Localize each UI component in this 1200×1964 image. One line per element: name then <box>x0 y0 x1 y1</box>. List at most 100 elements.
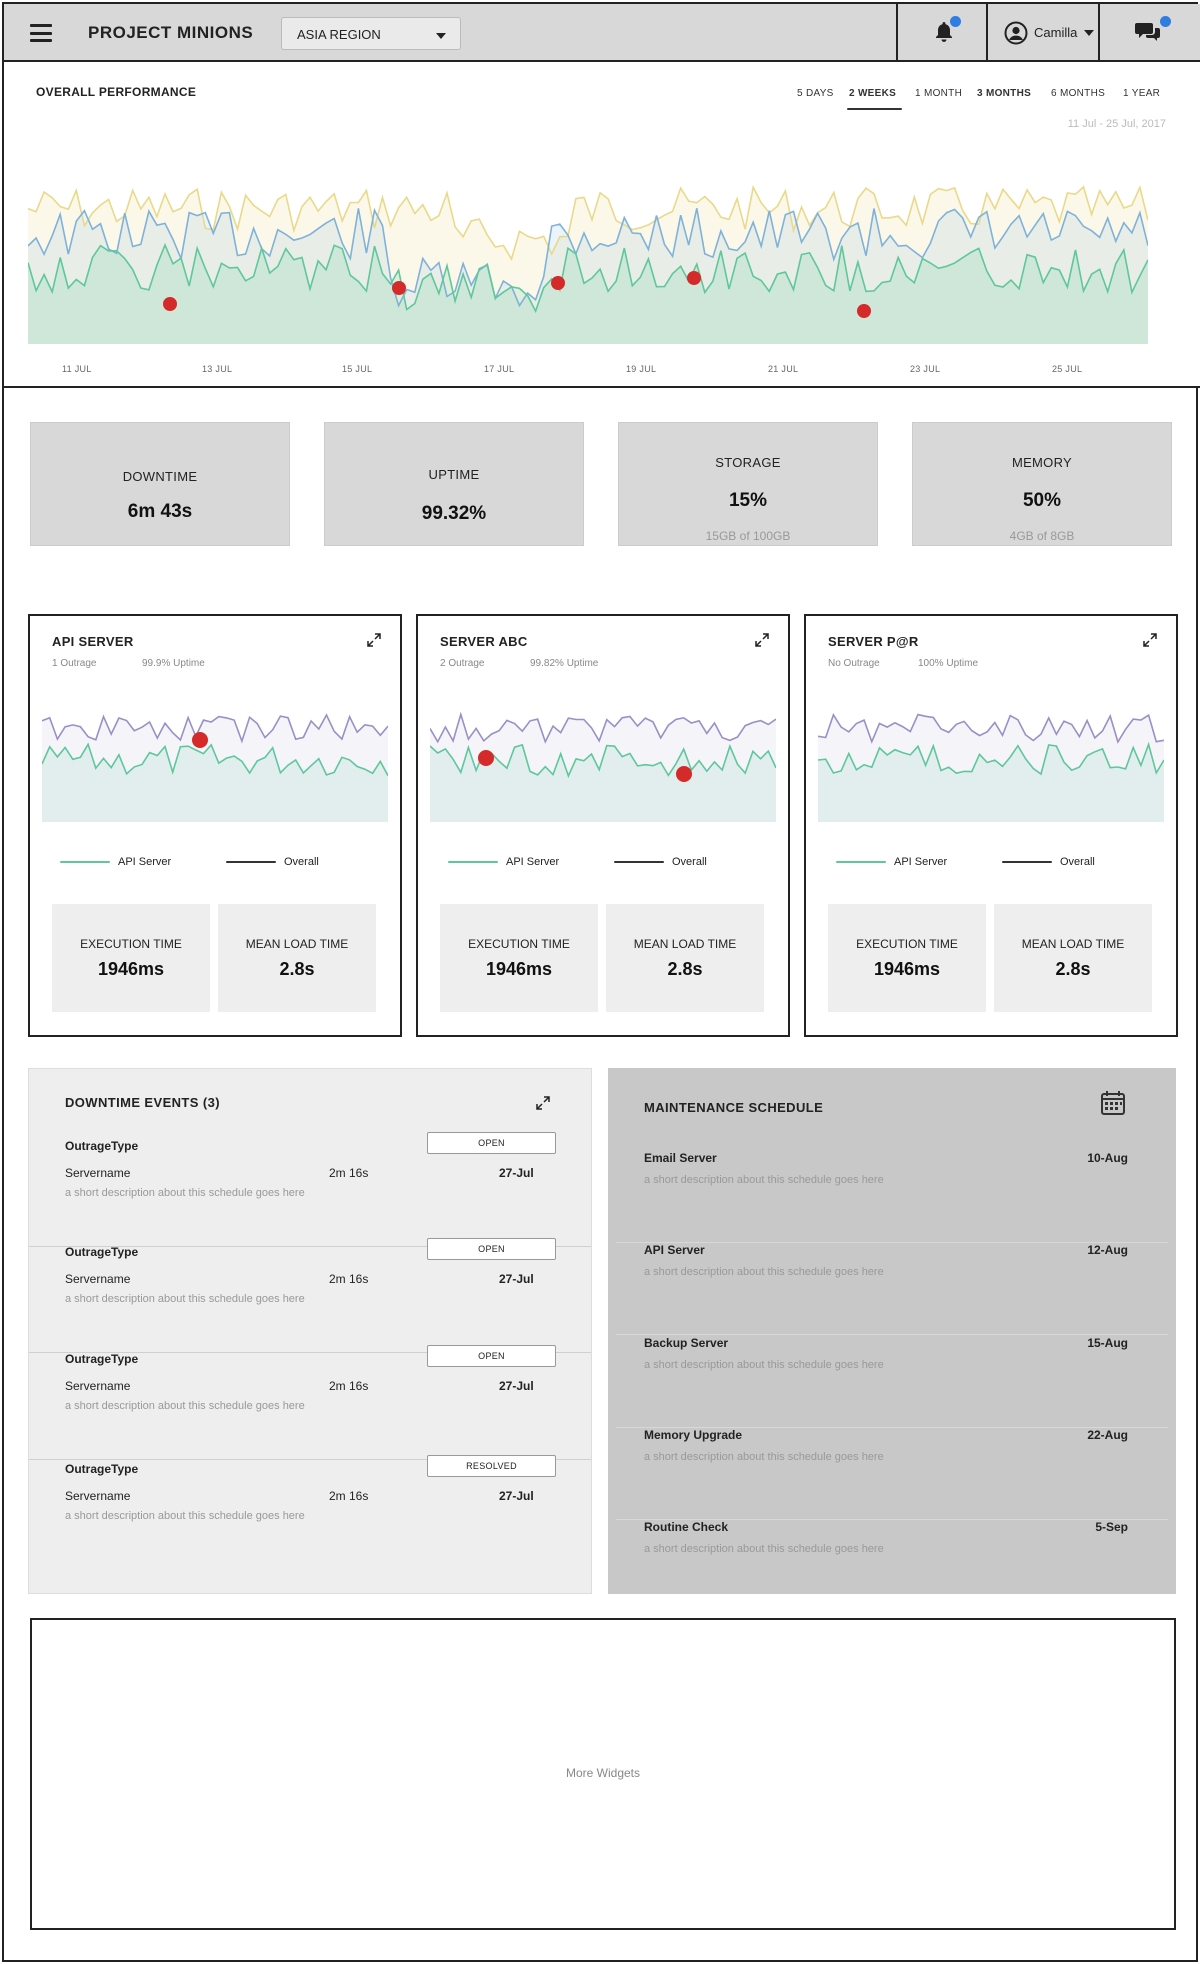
active-range-indicator <box>847 108 902 110</box>
expand-icon[interactable] <box>1142 632 1158 648</box>
expand-icon[interactable] <box>366 632 382 648</box>
region-select-value: ASIA REGION <box>297 27 381 42</box>
legend-series: API Server <box>836 856 947 868</box>
legend-swatch <box>836 861 886 864</box>
kpi-memory: MEMORY 50% 4GB of 8GB <box>912 422 1172 546</box>
legend-label: Overall <box>1060 856 1095 868</box>
range-2-weeks[interactable]: 2 WEEKS <box>849 88 896 99</box>
user-avatar-icon[interactable] <box>1004 21 1028 45</box>
legend-label: API Server <box>894 856 948 868</box>
downtime-event[interactable]: OutrageType OPEN Servername 2m 16s 27-Ju… <box>29 1345 591 1460</box>
panel-title: MAINTENANCE SCHEDULE <box>644 1100 824 1115</box>
user-name[interactable]: Camilla <box>1034 25 1077 40</box>
event-date: 27-Jul <box>499 1166 534 1180</box>
legend-series: API Server <box>448 856 559 868</box>
event-server: Servername <box>65 1379 131 1393</box>
outage-marker <box>192 732 208 748</box>
performance-chart <box>28 184 1148 344</box>
outage-marker <box>687 271 701 285</box>
server-title: SERVER P@R <box>828 634 919 649</box>
metric-label: EXECUTION TIME <box>468 937 570 951</box>
event-duration: 2m 16s <box>329 1166 369 1180</box>
server-chart <box>818 713 1164 822</box>
range-3-months[interactable]: 3 MONTHS <box>977 88 1031 99</box>
maintenance-description: a short description about this schedule … <box>644 1451 884 1463</box>
event-type: OutrageType <box>65 1352 139 1366</box>
server-uptime: 99.82% Uptime <box>530 658 599 669</box>
event-duration: 2m 16s <box>329 1379 369 1393</box>
maintenance-date: 15-Aug <box>1087 1336 1128 1350</box>
legend-series: API Server <box>60 856 171 868</box>
range-5-days[interactable]: 5 DAYS <box>797 88 834 99</box>
range-selector: 5 DAYS 2 WEEKS 1 MONTH 3 MONTHS 6 MONTHS… <box>4 88 1200 108</box>
kpi-label: DOWNTIME <box>122 469 198 484</box>
maintenance-date: 22-Aug <box>1087 1428 1128 1442</box>
event-description: a short description about this schedule … <box>65 1187 305 1199</box>
maintenance-name: Backup Server <box>644 1336 729 1350</box>
legend-swatch <box>1002 861 1052 864</box>
range-6-months[interactable]: 6 MONTHS <box>1051 88 1105 99</box>
overall-performance-panel: OVERALL PERFORMANCE 5 DAYS 2 WEEKS 1 MON… <box>4 62 1200 388</box>
event-description: a short description about this schedule … <box>65 1293 305 1305</box>
maintenance-schedule-panel: MAINTENANCE SCHEDULE Email Server 10-Aug… <box>608 1068 1176 1594</box>
kpi-value: 99.32% <box>421 503 487 524</box>
legend-overall: Overall <box>1002 856 1095 868</box>
event-type: OutrageType <box>65 1139 139 1153</box>
notification-badge <box>950 16 961 27</box>
messages-cell[interactable] <box>1098 4 1200 60</box>
maintenance-item[interactable]: API Server 12-Aug a short description ab… <box>616 1243 1168 1335</box>
execution-time-metric: EXECUTION TIME 1946ms <box>440 904 598 1012</box>
range-1-month[interactable]: 1 MONTH <box>915 88 962 99</box>
chat-bubbles-icon[interactable] <box>1134 20 1162 44</box>
kpi-value: 6m 43s <box>127 501 193 522</box>
downtime-event[interactable]: OutrageType OPEN Servername 2m 16s 27-Ju… <box>29 1132 591 1247</box>
metric-label: EXECUTION TIME <box>856 937 958 951</box>
metric-value: 1946ms <box>873 959 941 979</box>
maintenance-description: a short description about this schedule … <box>644 1359 884 1371</box>
maintenance-description: a short description about this schedule … <box>644 1543 884 1555</box>
maintenance-item[interactable]: Backup Server 15-Aug a short description… <box>616 1336 1168 1428</box>
expand-icon[interactable] <box>535 1095 551 1111</box>
calendar-icon[interactable] <box>1100 1090 1126 1116</box>
maintenance-description: a short description about this schedule … <box>644 1174 884 1186</box>
chevron-down-icon[interactable] <box>1084 30 1094 36</box>
downtime-event[interactable]: OutrageType OPEN Servername 2m 16s 27-Ju… <box>29 1238 591 1353</box>
maintenance-item[interactable]: Email Server 10-Aug a short description … <box>616 1151 1168 1243</box>
execution-time-metric: EXECUTION TIME 1946ms <box>828 904 986 1012</box>
app-title: PROJECT MINIONS <box>88 23 254 42</box>
server-outrage: 2 Outrage <box>440 658 485 669</box>
metric-label: EXECUTION TIME <box>80 937 182 951</box>
server-outrage: No Outrage <box>828 658 880 669</box>
maintenance-item[interactable]: Routine Check 5-Sep a short description … <box>616 1520 1168 1612</box>
metric-value: 2.8s <box>667 959 703 979</box>
chevron-down-icon <box>436 33 446 39</box>
event-description: a short description about this schedule … <box>65 1510 305 1522</box>
x-tick: 15 JUL <box>342 364 373 374</box>
maintenance-description: a short description about this schedule … <box>644 1266 884 1278</box>
downtime-event[interactable]: OutrageType RESOLVED Servername 2m 16s 2… <box>29 1455 591 1570</box>
x-tick: 25 JUL <box>1052 364 1083 374</box>
event-description: a short description about this schedule … <box>65 1400 305 1412</box>
maintenance-name: Email Server <box>644 1151 717 1165</box>
user-menu[interactable]: Camilla <box>986 4 1098 60</box>
top-header: PROJECT MINIONS ASIA REGION Camilla <box>4 4 1200 62</box>
legend-label: API Server <box>506 856 560 868</box>
range-1-year[interactable]: 1 YEAR <box>1123 88 1160 99</box>
maintenance-item[interactable]: Memory Upgrade 22-Aug a short descriptio… <box>616 1428 1168 1520</box>
hamburger-icon[interactable] <box>30 24 52 42</box>
server-card-abc: SERVER ABC 2 Outrage 99.82% Uptime API S… <box>416 614 790 1037</box>
x-tick: 13 JUL <box>202 364 233 374</box>
outage-marker <box>392 281 406 295</box>
maintenance-date: 5-Sep <box>1095 1520 1128 1534</box>
x-tick: 21 JUL <box>768 364 799 374</box>
server-card-api: API SERVER 1 Outrage 99.9% Uptime API Se… <box>28 614 402 1037</box>
expand-icon[interactable] <box>754 632 770 648</box>
notifications-cell[interactable] <box>896 4 986 60</box>
kpi-subtext: 4GB of 8GB <box>1009 529 1075 543</box>
event-type: OutrageType <box>65 1245 139 1259</box>
mean-load-time-metric: MEAN LOAD TIME 2.8s <box>606 904 764 1012</box>
event-duration: 2m 16s <box>329 1272 369 1286</box>
maintenance-name: Memory Upgrade <box>644 1428 743 1442</box>
region-select[interactable]: ASIA REGION <box>281 17 461 50</box>
metric-value: 2.8s <box>279 959 315 979</box>
